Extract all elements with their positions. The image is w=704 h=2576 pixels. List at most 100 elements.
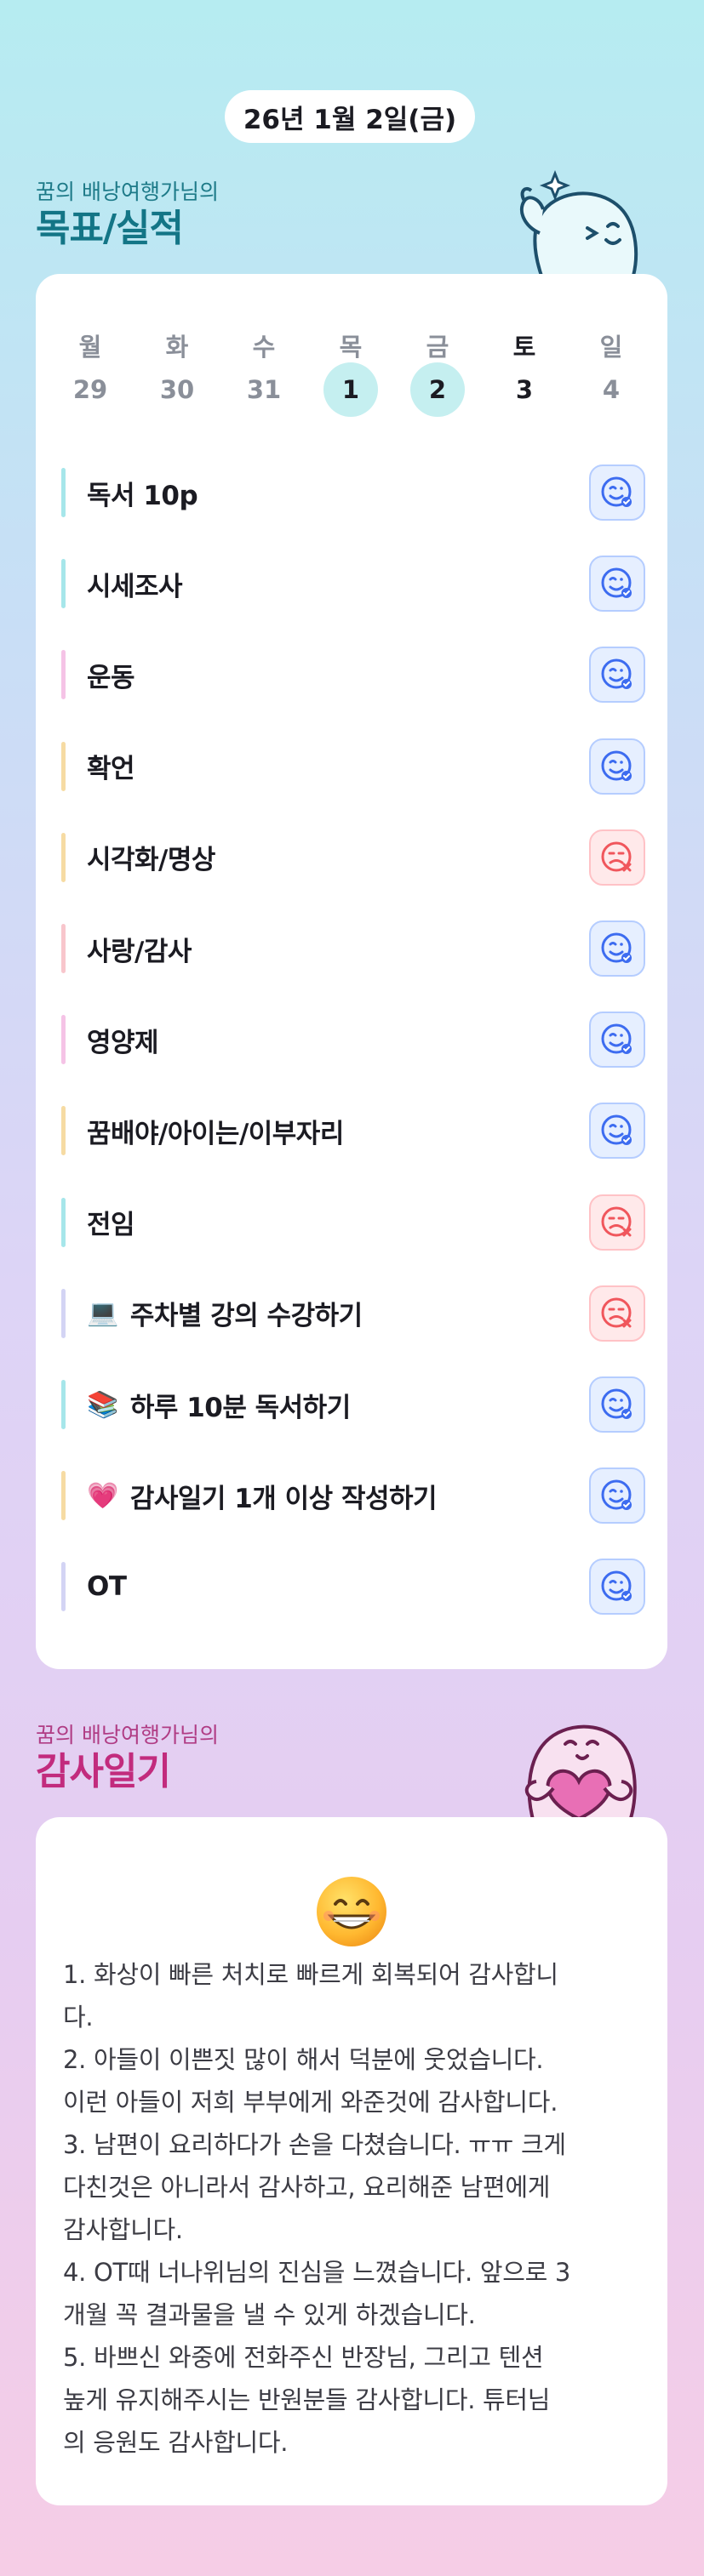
success-face-icon [601, 476, 632, 507]
goal-label-text: 사랑/감사 [87, 936, 192, 967]
goal-label: 시각화/명상 [87, 828, 215, 887]
heart-ghost-mascot-icon [524, 1724, 637, 1826]
goal-label-text: 운동 [87, 662, 135, 693]
goal-color-bar [61, 1197, 66, 1247]
goal-row[interactable]: 사랑/감사 [61, 919, 645, 978]
goal-label: 확언 [87, 737, 135, 796]
goal-emoji-icon: 📚 [87, 1389, 118, 1420]
goal-label: 💗 감사일기 1개 이상 작성하기 [87, 1466, 438, 1525]
goal-status-success-button[interactable] [589, 1559, 645, 1616]
success-face-icon [601, 567, 632, 599]
goal-emoji-icon: 💻 [87, 1298, 118, 1329]
goals-section-title: 목표/실적 [36, 207, 184, 250]
success-face-icon [601, 1114, 632, 1146]
calendar-date-completed[interactable]: 2 [410, 362, 465, 417]
fail-face-icon [601, 841, 632, 872]
goal-color-bar [61, 1015, 66, 1065]
goal-status-success-button[interactable] [589, 1376, 645, 1433]
goal-label-text: OT [87, 1571, 127, 1603]
goal-label: 사랑/감사 [87, 919, 192, 978]
calendar-date[interactable]: 4 [584, 362, 638, 417]
success-face-icon [601, 1479, 632, 1511]
goal-color-bar [61, 924, 66, 973]
goals-card: 월 화 수 목 금 토 일 29 30 31 1 2 3 4 독서 10p 시세… [36, 274, 667, 1669]
goal-label: OT [87, 1557, 127, 1616]
gratitude-line: 감사합니다. [63, 2215, 183, 2244]
success-face-icon [601, 1570, 632, 1602]
gratitude-line: 다. [63, 2003, 94, 2032]
success-face-icon [601, 658, 632, 690]
calendar-date[interactable]: 30 [150, 362, 204, 417]
goal-label: 영양제 [87, 1010, 159, 1069]
goal-color-bar [61, 1562, 66, 1612]
gratitude-line: 다친것은 아니라서 감사하고, 요리해준 남편에게 [63, 2173, 551, 2202]
goal-row[interactable]: OT [61, 1557, 645, 1616]
goal-row[interactable]: 확언 [61, 737, 645, 796]
gratitude-line: 3. 남편이 요리하다가 손을 다쳤습니다. ㅠㅠ 크게 [63, 2130, 566, 2159]
goal-label-text: 전임 [87, 1210, 135, 1241]
goal-label: 독서 10p [87, 463, 198, 522]
goal-color-bar [61, 1471, 66, 1521]
goal-color-bar [61, 1380, 66, 1429]
goal-status-success-button[interactable] [589, 647, 645, 704]
gratitude-line: 의 응원도 감사합니다. [63, 2428, 289, 2457]
goal-label-text: 영양제 [87, 1027, 159, 1058]
goal-row[interactable]: 시세조사 [61, 554, 645, 613]
goal-status-fail-button[interactable] [589, 1285, 645, 1342]
success-face-icon [601, 1388, 632, 1419]
goal-row[interactable]: 시각화/명상 [61, 828, 645, 887]
goal-label-text: 하루 10분 독서하기 [129, 1392, 351, 1423]
gratitude-line: 개월 꼭 결과물을 낼 수 있게 하겠습니다. [63, 2300, 476, 2329]
goal-color-bar [61, 559, 66, 609]
goal-emoji-icon: 💗 [87, 1480, 118, 1511]
goal-row[interactable]: 꿈배야/아이는/이부자리 [61, 1101, 645, 1160]
goal-status-success-button[interactable] [589, 1468, 645, 1525]
goal-label-text: 확언 [87, 754, 135, 785]
gratitude-line: 높게 유지해주시는 반원분들 감사합니다. 튜터님 [63, 2385, 551, 2414]
goal-color-bar [61, 741, 66, 791]
goal-color-bar [61, 468, 66, 517]
gratitude-line: 5. 바쁘신 와중에 전화주신 반장님, 그리고 텐션 [63, 2343, 544, 2372]
calendar-date-today[interactable]: 3 [497, 362, 552, 417]
fail-face-icon [601, 1297, 632, 1328]
goal-label: 시세조사 [87, 554, 183, 613]
calendar-date-completed[interactable]: 1 [323, 362, 378, 417]
calendar-date[interactable]: 29 [63, 362, 117, 417]
gratitude-line: 1. 화상이 빠른 처치로 빠르게 회복되어 감사합니 [63, 1960, 558, 1989]
goal-status-success-button[interactable] [589, 738, 645, 795]
success-face-icon [601, 750, 632, 781]
goal-row[interactable]: 💻 주차별 강의 수강하기 [61, 1284, 645, 1343]
grinning-face-icon [317, 1877, 386, 1946]
gratitude-section-title: 감사일기 [36, 1750, 171, 1793]
goal-row[interactable]: 전임 [61, 1193, 645, 1252]
success-face-icon [601, 932, 632, 963]
goal-label: 운동 [87, 645, 135, 704]
goal-row[interactable]: 💗 감사일기 1개 이상 작성하기 [61, 1466, 645, 1525]
calendar-date[interactable]: 31 [237, 362, 291, 417]
goal-color-bar [61, 832, 66, 882]
goal-row[interactable]: 운동 [61, 645, 645, 704]
goal-row[interactable]: 독서 10p [61, 463, 645, 522]
ghost-mascot-icon [519, 169, 638, 277]
goal-row[interactable]: 📚 하루 10분 독서하기 [61, 1375, 645, 1434]
goal-status-success-button[interactable] [589, 556, 645, 613]
goal-status-success-button[interactable] [589, 1012, 645, 1069]
goal-row[interactable]: 영양제 [61, 1010, 645, 1069]
gratitude-line: 2. 아들이 이쁜짓 많이 해서 덕분에 웃었습니다. [63, 2045, 544, 2074]
goal-status-success-button[interactable] [589, 464, 645, 521]
goal-label: 📚 하루 10분 독서하기 [87, 1375, 351, 1434]
goal-status-fail-button[interactable] [589, 1194, 645, 1251]
gratitude-entry-text: 1. 화상이 빠른 처치로 빠르게 회복되어 감사합니다. 2. 아들이 이쁜짓 … [63, 1953, 642, 2464]
goal-status-success-button[interactable] [589, 920, 645, 977]
goal-label-text: 시각화/명상 [87, 845, 215, 876]
gratitude-line: 4. OT때 너나위님의 진심을 느꼈습니다. 앞으로 3 [63, 2258, 571, 2287]
goal-label: 꿈배야/아이는/이부자리 [87, 1101, 344, 1160]
goal-status-success-button[interactable] [589, 1103, 645, 1160]
goal-label-text: 시세조사 [87, 571, 183, 602]
goal-label-text: 감사일기 1개 이상 작성하기 [129, 1483, 438, 1514]
goal-label: 전임 [87, 1193, 135, 1252]
success-face-icon [601, 1023, 632, 1055]
goal-color-bar [61, 650, 66, 700]
gratitude-card: 1. 화상이 빠른 처치로 빠르게 회복되어 감사합니다. 2. 아들이 이쁜짓 … [36, 1817, 667, 2505]
goal-status-fail-button[interactable] [589, 829, 645, 886]
